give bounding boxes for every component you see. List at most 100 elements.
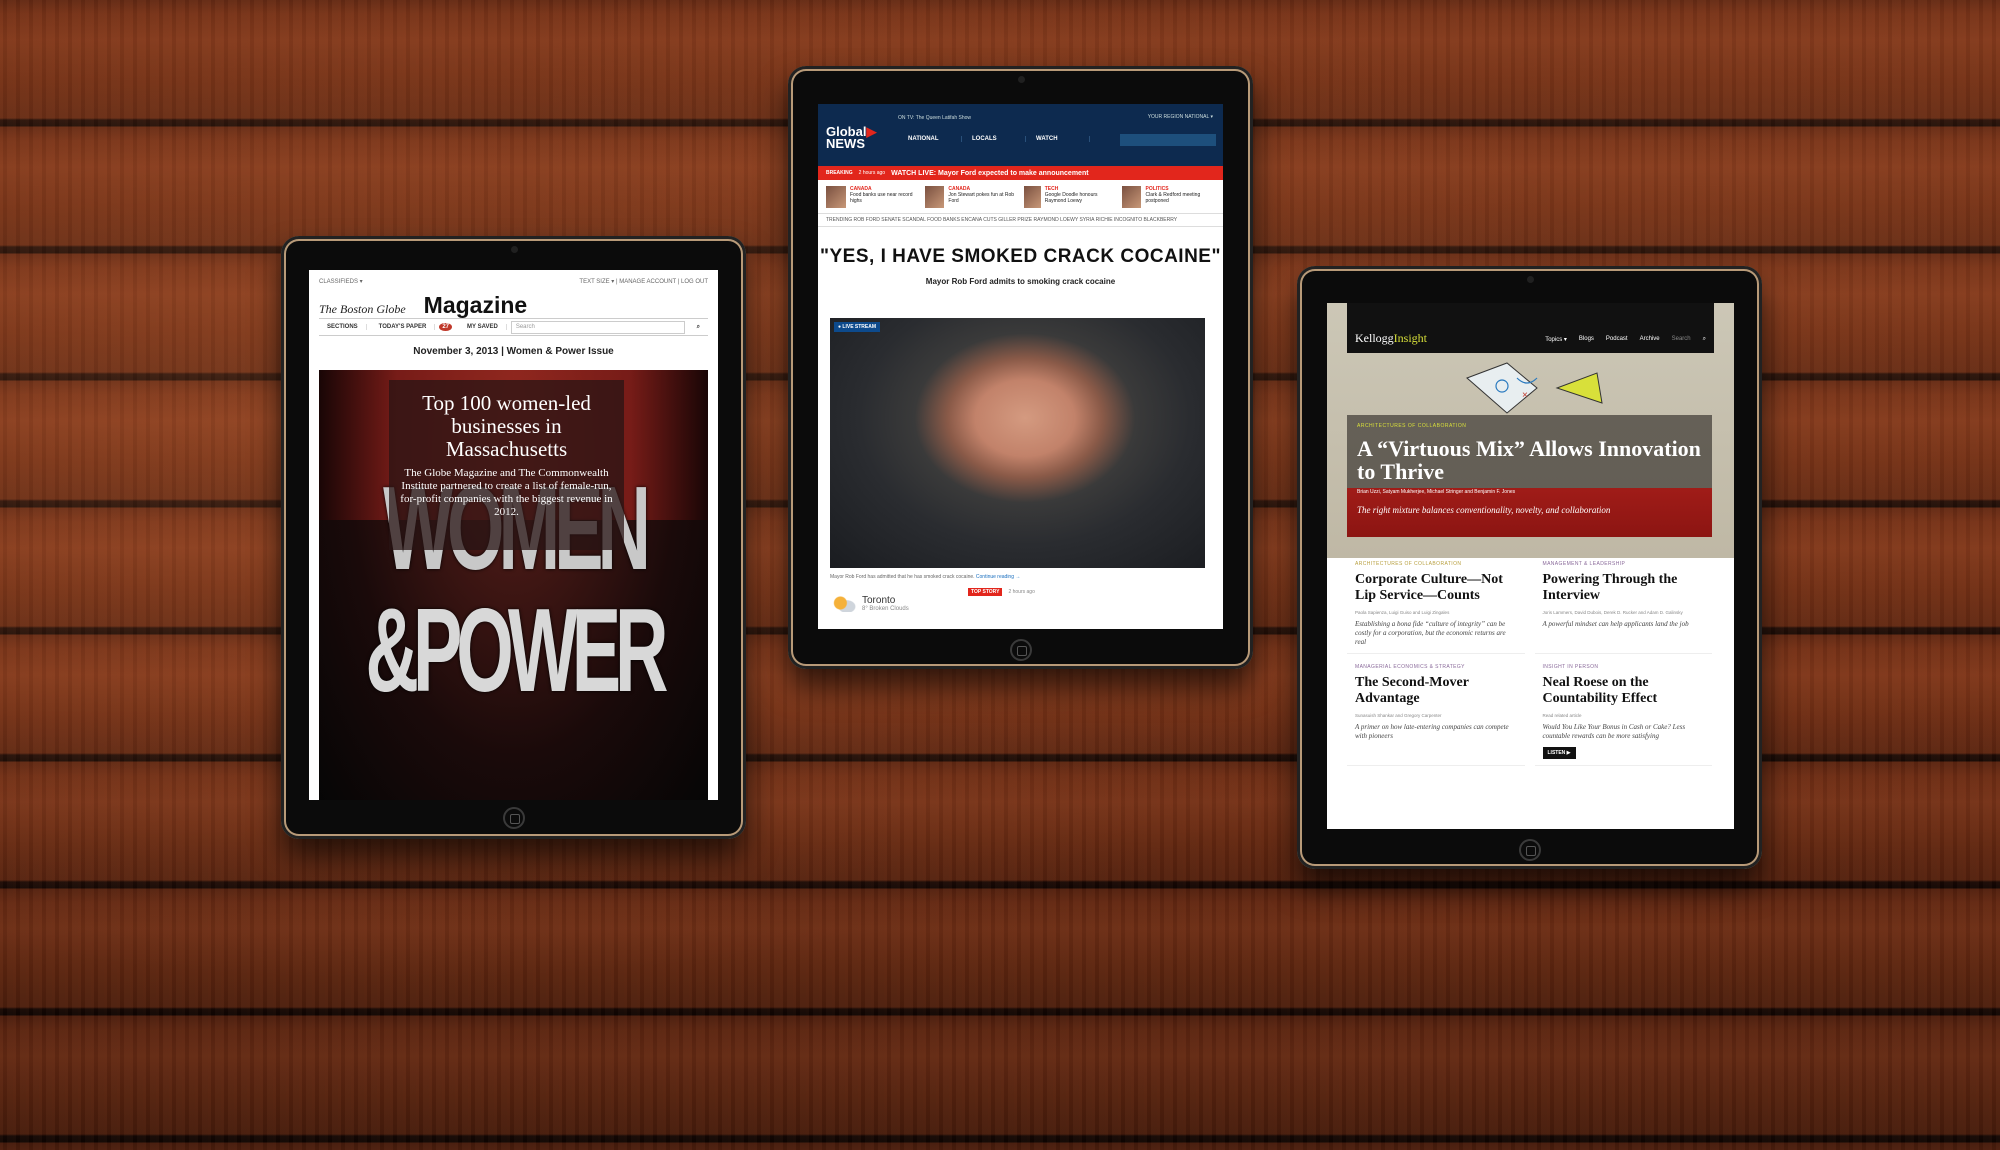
top-story-time: 2 hours ago (1008, 589, 1035, 595)
tablet-boston-globe: CLASSIFIEDS ▾ TEXT SIZE ▾ | MANAGE ACCOU… (281, 236, 746, 839)
main-subheadline: Mayor Rob Ford admits to smoking crack c… (925, 277, 1116, 286)
feature-box[interactable]: Top 100 women-led businesses in Massachu… (389, 380, 624, 550)
nav-locals[interactable]: LOCALS (962, 136, 1026, 142)
global-news-screen: Global▶ NEWS ON TV: The Queen Latifah Sho… (818, 104, 1223, 629)
thumbnail (1122, 186, 1142, 208)
nav-my-saved[interactable]: MY SAVED (459, 324, 507, 330)
feature-authors: Brian Uzzi, Satyam Mukherjee, Michael St… (1357, 489, 1516, 495)
weather-widget[interactable]: Toronto 8° Broken Clouds (830, 594, 909, 612)
classifieds-menu[interactable]: CLASSIFIEDS ▾ (319, 278, 363, 285)
photo-caption: Mayor Rob Ford has admitted that he has … (830, 574, 1020, 580)
globe-search-input[interactable]: Search (510, 320, 685, 334)
feature-title[interactable]: A “Virtuous Mix” Allows Innovation to Th… (1357, 437, 1702, 483)
card-dek: Would You Like Your Bonus in Cash or Cak… (1542, 723, 1686, 740)
weather-temp: 8° Broken Clouds (862, 605, 909, 612)
article-card[interactable]: ARCHITECTURES OF COLLABORATION Corporate … (1347, 555, 1525, 654)
cover-word-power: &POWER (365, 583, 669, 717)
card-category[interactable]: MANAGERIAL ECONOMICS & STRATEGY (1355, 664, 1517, 670)
article-card[interactable]: INSIGHT IN PERSON Neal Roese on the Count… (1534, 658, 1712, 766)
boston-globe-screen: CLASSIFIEDS ▾ TEXT SIZE ▾ | MANAGE ACCOU… (309, 270, 718, 800)
card-category[interactable]: INSIGHT IN PERSON (1543, 664, 1705, 670)
strip-item[interactable]: CANADA Food banks use near record highs (826, 186, 919, 208)
card-title[interactable]: Neal Roese on the Countability Effect (1543, 675, 1705, 707)
nav-national[interactable]: NATIONAL (898, 136, 962, 142)
nav-archive[interactable]: Archive (1640, 336, 1660, 343)
feature-dek: The right mixture balances conventionali… (1357, 505, 1611, 515)
strip-headline[interactable]: Jon Stewart pokes fun at Rob Ford (948, 192, 1017, 204)
feature-headline[interactable]: Top 100 women-led businesses in Massachu… (399, 392, 614, 461)
on-tv-text[interactable]: ON TV: The Queen Latifah Show (898, 115, 971, 121)
search-input[interactable]: Search (1672, 336, 1691, 343)
strip-item[interactable]: CANADA Jon Stewart pokes fun at Rob Ford (924, 186, 1018, 208)
strip-headline[interactable]: Google Doodle honours Raymond Loewy (1045, 192, 1117, 204)
strip-item[interactable]: TECH Google Doodle honours Raymond Loewy (1023, 186, 1117, 208)
global-search-input[interactable] (1120, 134, 1216, 146)
article-card[interactable]: MANAGERIAL ECONOMICS & STRATEGY The Secon… (1347, 658, 1525, 766)
article-card[interactable]: MANAGEMENT & LEADERSHIP Powering Through … (1534, 555, 1712, 654)
nav-topics[interactable]: Topics ▾ (1545, 336, 1567, 343)
featured-article[interactable]: ARCHITECTURES OF COLLABORATION A “Virtuo… (1347, 415, 1712, 537)
global-nav: NATIONAL LOCALS WATCH (898, 136, 1090, 142)
listen-button[interactable]: LISTEN ▶ (1542, 747, 1576, 759)
tablet-kellogg-insight: × KelloggInsight Topics ▾ Blogs Podcast … (1297, 266, 1762, 869)
search-icon[interactable]: ⌕ (689, 324, 708, 331)
card-category[interactable]: ARCHITECTURES OF COLLABORATION (1355, 561, 1517, 567)
weather-city: Toronto (862, 594, 896, 606)
global-logo[interactable]: Global▶ NEWS (826, 124, 877, 150)
home-button[interactable] (502, 807, 525, 829)
strip-headline[interactable]: Food banks use near record highs (850, 192, 919, 204)
thumbnail (1023, 186, 1041, 208)
card-authors: Sunasuish Shankar and Gregory Carpenter (1355, 713, 1442, 718)
home-button[interactable] (1009, 639, 1032, 661)
caption-text: Mayor Rob Ford has admitted that he has … (830, 574, 975, 580)
live-stream-badge[interactable]: ● LIVE STREAM (834, 322, 881, 332)
saved-count-badge: 27 (439, 323, 453, 331)
strip-item[interactable]: POLITICS Clark & Redford meeting postpone… (1122, 186, 1215, 208)
breaking-text[interactable]: WATCH LIVE: Mayor Ford expected to make … (891, 170, 1088, 177)
strip-headline[interactable]: Clark & Redford meeting postponed (1145, 192, 1215, 204)
globe-logo[interactable]: The Boston Globe (319, 302, 406, 317)
card-authors: Read related article (1542, 713, 1582, 718)
partly-cloudy-icon (830, 594, 856, 612)
search-icon[interactable]: ⌕ (1703, 336, 1706, 343)
logo-word-insight: Insight (1393, 331, 1428, 345)
camera (1526, 276, 1534, 283)
camera (510, 246, 518, 253)
cover-hero[interactable]: WOMEN &POWER Top 100 women-led businesse… (319, 370, 708, 800)
account-links[interactable]: TEXT SIZE ▾ | MANAGE ACCOUNT | LOG OUT (579, 278, 708, 285)
globe-masthead: The Boston Globe Magazine (309, 292, 718, 318)
feature-category[interactable]: ARCHITECTURES OF COLLABORATION (1357, 423, 1702, 429)
logo-word-kellogg: Kellogg (1355, 331, 1394, 345)
tablet-global-news: Global▶ NEWS ON TV: The Queen Latifah Sho… (788, 66, 1253, 669)
breaking-bar[interactable]: BREAKING 2 hours ago WATCH LIVE: Mayor F… (818, 166, 1223, 180)
card-dek: Establishing a bona fide “culture of int… (1355, 620, 1506, 646)
thumbnail (826, 186, 846, 208)
feature-dek: The Globe Magazine and The Commonwealth … (400, 467, 613, 518)
card-category[interactable]: MANAGEMENT & LEADERSHIP (1543, 561, 1705, 567)
nav-blogs[interactable]: Blogs (1579, 336, 1594, 343)
nav-todays-paper[interactable]: TODAY'S PAPER (371, 324, 436, 330)
card-dek: A powerful mindset can help applicants l… (1542, 620, 1689, 628)
thumbnail (924, 186, 945, 208)
card-title[interactable]: The Second-Mover Advantage (1355, 675, 1517, 707)
top-story-label: TOP STORY 2 hours ago (968, 588, 1035, 596)
nav-watch[interactable]: WATCH (1026, 136, 1090, 142)
play-icon: ▶ (866, 124, 877, 139)
issue-date: November 3, 2013 | Women & Power Issue (413, 346, 614, 357)
continue-reading-link[interactable]: Continue reading → (976, 574, 1020, 580)
region-selector[interactable]: YOUR REGION NATIONAL ▾ (1148, 114, 1213, 120)
trending-bar[interactable]: TRENDING ROB FORD SENATE SCANDAL FOOD BA… (818, 214, 1223, 227)
kellogg-screen: × KelloggInsight Topics ▾ Blogs Podcast … (1327, 303, 1734, 829)
main-headline[interactable]: "YES, I HAVE SMOKED CRACK COCAINE" (818, 247, 1223, 267)
home-button[interactable] (1518, 839, 1541, 861)
global-header: Global▶ NEWS ON TV: The Queen Latifah Sho… (818, 104, 1223, 166)
card-title[interactable]: Corporate Culture—Not Lip Service—Counts (1355, 572, 1517, 604)
headline-strip: CANADA Food banks use near record highs C… (818, 180, 1223, 214)
kellogg-logo[interactable]: KelloggInsight (1355, 331, 1427, 346)
nav-podcast[interactable]: Podcast (1606, 336, 1628, 343)
nav-sections[interactable]: SECTIONS (319, 324, 367, 330)
globe-nav: SECTIONS TODAY'S PAPER 27 MY SAVED Searc… (319, 318, 708, 336)
lead-photo[interactable]: ● LIVE STREAM (830, 318, 1205, 568)
card-title[interactable]: Powering Through the Interview (1543, 572, 1705, 604)
top-story-tag: TOP STORY (968, 588, 1003, 596)
